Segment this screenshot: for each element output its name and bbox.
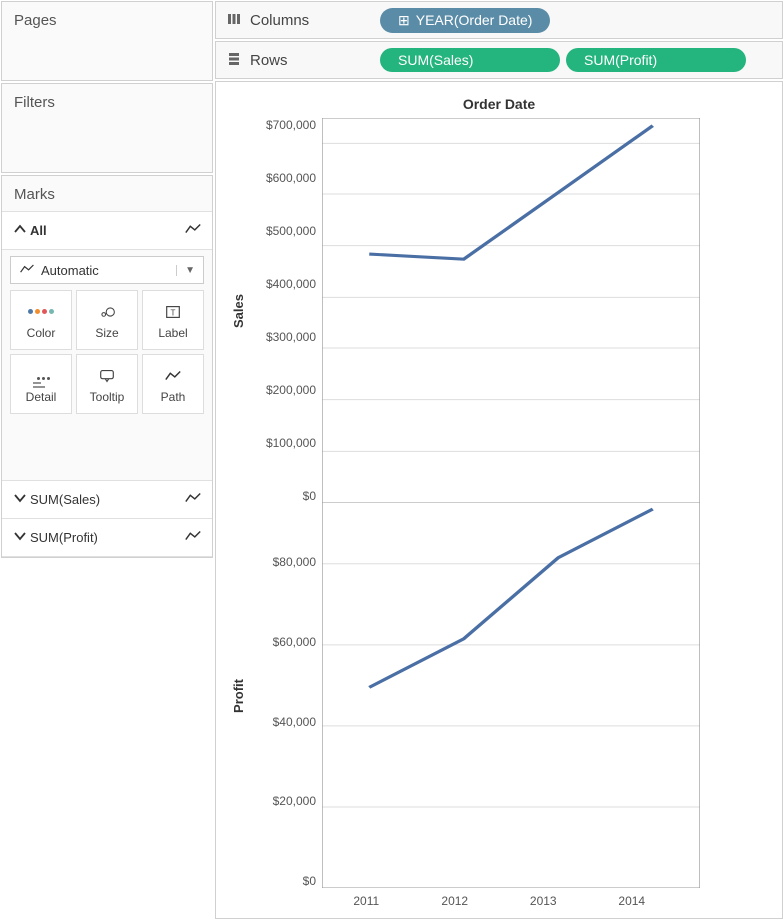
y-axis-profit: $80,000$60,000$40,000$20,000$0 [250, 503, 322, 888]
path-icon [164, 365, 182, 387]
y-tick: $0 [250, 489, 322, 503]
svg-text:T: T [171, 308, 176, 317]
x-tick: 2013 [499, 888, 588, 918]
filters-shelf[interactable]: Filters [1, 83, 213, 173]
pill-label: YEAR(Order Date) [416, 12, 533, 28]
y-tick: $500,000 [250, 224, 322, 277]
mark-label-label: Label [158, 326, 187, 340]
mark-size-button[interactable]: Size [76, 290, 138, 350]
profit-chart-svg [322, 503, 700, 888]
chart-title: Order Date [226, 92, 772, 118]
plus-icon: ⊞ [398, 12, 410, 29]
line-chart-icon [184, 527, 202, 548]
color-icon [27, 301, 55, 323]
x-axis: 2011201220132014 [226, 888, 676, 918]
y-axis-label-sales: Sales [231, 294, 246, 328]
x-tick: 2011 [322, 888, 411, 918]
mark-path-button[interactable]: Path [142, 354, 204, 414]
mark-label-button[interactable]: T Label [142, 290, 204, 350]
mark-type-label: Automatic [41, 263, 99, 278]
y-tick: $0 [250, 874, 322, 888]
mark-size-label: Size [95, 326, 118, 340]
sales-chart-svg [322, 118, 700, 503]
caret-up-icon [12, 222, 26, 239]
caret-down-icon [12, 491, 26, 508]
rows-icon [226, 52, 244, 69]
rows-label: Rows [250, 52, 380, 69]
columns-label: Columns [250, 12, 380, 29]
marks-all-row[interactable]: All [2, 211, 212, 250]
line-chart-icon [184, 489, 202, 510]
pill-sum-sales[interactable]: SUM(Sales) [380, 48, 560, 72]
mark-color-label: Color [27, 326, 56, 340]
pill-label: SUM(Sales) [398, 52, 473, 68]
pill-year-order-date[interactable]: ⊞ YEAR(Order Date) [380, 8, 550, 33]
dropdown-arrow-icon: ▼ [176, 265, 195, 276]
detail-icon [36, 365, 47, 387]
pages-shelf[interactable]: Pages [1, 1, 213, 81]
mark-detail-button[interactable]: Detail [10, 354, 72, 414]
mark-tooltip-button[interactable]: Tooltip [76, 354, 138, 414]
marks-measure-profit[interactable]: SUM(Profit) [2, 518, 212, 557]
measure-profit-label: SUM(Profit) [26, 530, 184, 545]
mark-tooltip-label: Tooltip [90, 390, 125, 404]
y-tick: $600,000 [250, 171, 322, 224]
y-tick: $400,000 [250, 277, 322, 330]
measure-sales-label: SUM(Sales) [26, 492, 184, 507]
mark-type-dropdown[interactable]: Automatic ▼ [10, 256, 204, 284]
mark-path-label: Path [161, 390, 186, 404]
line-chart-icon [19, 262, 35, 279]
y-tick: $20,000 [250, 794, 322, 874]
marks-grid: Color Size T Label [2, 290, 212, 420]
size-icon [98, 301, 116, 323]
rows-shelf[interactable]: Rows SUM(Sales) SUM(Profit) [215, 41, 783, 79]
pill-label: SUM(Profit) [584, 52, 657, 68]
mark-color-button[interactable]: Color [10, 290, 72, 350]
y-tick: $100,000 [250, 436, 322, 489]
marks-title: Marks [2, 176, 212, 211]
tooltip-icon [98, 365, 116, 387]
filters-title: Filters [2, 84, 212, 117]
columns-icon [226, 12, 244, 29]
sales-plot[interactable]: $700,000$600,000$500,000$400,000$300,000… [250, 118, 700, 503]
y-tick: $40,000 [250, 715, 322, 795]
marks-card: Marks All Automatic ▼ [1, 175, 213, 558]
y-tick: $80,000 [250, 555, 322, 635]
y-tick: $60,000 [250, 635, 322, 715]
mark-detail-label: Detail [26, 390, 57, 404]
y-tick: $700,000 [250, 118, 322, 171]
caret-down-icon [12, 529, 26, 546]
label-icon: T [164, 301, 182, 323]
y-axis-label-profit: Profit [231, 679, 246, 713]
y-axis-sales: $700,000$600,000$500,000$400,000$300,000… [250, 118, 322, 503]
chart-area: Order Date Sales Profit $700,000$600,000… [215, 81, 783, 919]
x-tick: 2014 [588, 888, 677, 918]
pill-sum-profit[interactable]: SUM(Profit) [566, 48, 746, 72]
marks-all-label: All [26, 223, 184, 238]
y-tick: $300,000 [250, 330, 322, 383]
line-chart-icon [184, 220, 202, 241]
x-tick: 2012 [411, 888, 500, 918]
marks-measure-sales[interactable]: SUM(Sales) [2, 480, 212, 518]
y-tick: $200,000 [250, 383, 322, 436]
pages-title: Pages [2, 2, 212, 35]
profit-plot[interactable]: $80,000$60,000$40,000$20,000$0 [250, 503, 700, 888]
columns-shelf[interactable]: Columns ⊞ YEAR(Order Date) [215, 1, 783, 39]
